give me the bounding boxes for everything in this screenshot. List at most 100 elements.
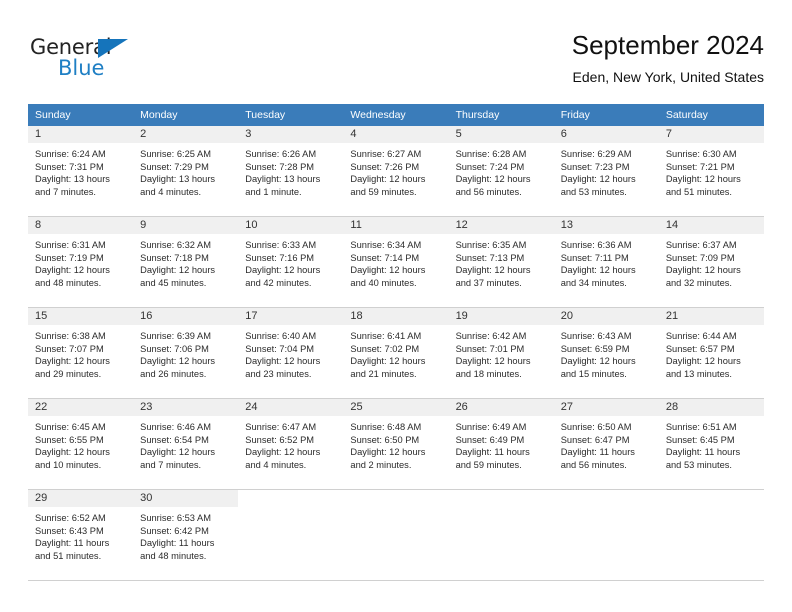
- daylight-text-line1: Daylight: 13 hours: [245, 174, 321, 185]
- day-details: Sunrise: 6:47 AM Sunset: 6:52 PM Dayligh…: [238, 416, 343, 471]
- day-cell[interactable]: 27 Sunrise: 6:50 AM Sunset: 6:47 PM Dayl…: [553, 398, 659, 490]
- day-number: 8: [28, 217, 134, 234]
- sunset-text: Sunset: 6:59 PM: [560, 343, 630, 354]
- sunset-text: Sunset: 6:47 PM: [560, 434, 630, 445]
- day-cell[interactable]: 2 Sunrise: 6:25 AM Sunset: 7:29 PM Dayli…: [133, 126, 239, 217]
- daylight-text-line1: Daylight: 12 hours: [140, 447, 216, 458]
- sunset-text: Sunset: 6:43 PM: [35, 525, 104, 536]
- day-cell[interactable]: 4 Sunrise: 6:27 AM Sunset: 7:26 PM Dayli…: [343, 126, 449, 217]
- day-number: [343, 490, 449, 507]
- sunrise-text: Sunrise: 6:45 AM: [35, 422, 106, 432]
- day-details: Sunrise: 6:32 AM Sunset: 7:18 PM Dayligh…: [133, 234, 238, 289]
- day-cell[interactable]: 30 Sunrise: 6:53 AM Sunset: 6:42 PM Dayl…: [133, 489, 239, 581]
- sunrise-text: Sunrise: 6:43 AM: [560, 331, 632, 341]
- day-cell[interactable]: 24 Sunrise: 6:47 AM Sunset: 6:52 PM Dayl…: [238, 398, 344, 490]
- day-number: 23: [133, 399, 239, 416]
- day-details: Sunrise: 6:46 AM Sunset: 6:54 PM Dayligh…: [133, 416, 238, 471]
- daylight-text-line1: Daylight: 12 hours: [560, 265, 636, 276]
- day-number: 5: [448, 126, 554, 143]
- day-number: 1: [28, 126, 134, 143]
- day-details: Sunrise: 6:40 AM Sunset: 7:04 PM Dayligh…: [238, 325, 343, 380]
- day-cell[interactable]: 18 Sunrise: 6:41 AM Sunset: 7:02 PM Dayl…: [343, 307, 449, 399]
- day-of-week-header-row: Sunday Monday Tuesday Wednesday Thursday…: [28, 104, 764, 126]
- sunrise-text: Sunrise: 6:44 AM: [665, 331, 737, 341]
- day-cell[interactable]: 6 Sunrise: 6:29 AM Sunset: 7:23 PM Dayli…: [553, 126, 659, 217]
- day-cell[interactable]: 19 Sunrise: 6:42 AM Sunset: 7:01 PM Dayl…: [448, 307, 554, 399]
- day-cell-empty: [448, 489, 554, 581]
- day-cell[interactable]: 25 Sunrise: 6:48 AM Sunset: 6:50 PM Dayl…: [343, 398, 449, 490]
- sunrise-text: Sunrise: 6:24 AM: [35, 149, 106, 159]
- sunset-text: Sunset: 7:16 PM: [245, 252, 315, 263]
- day-details: Sunrise: 6:43 AM Sunset: 6:59 PM Dayligh…: [554, 325, 659, 380]
- daylight-text-line1: Daylight: 12 hours: [665, 356, 741, 367]
- day-cell[interactable]: 21 Sunrise: 6:44 AM Sunset: 6:57 PM Dayl…: [658, 307, 764, 399]
- day-cell[interactable]: 10 Sunrise: 6:33 AM Sunset: 7:16 PM Dayl…: [238, 216, 344, 308]
- day-cell[interactable]: 8 Sunrise: 6:31 AM Sunset: 7:19 PM Dayli…: [28, 216, 134, 308]
- page-header: General Blue September 2024 Eden, New Yo…: [28, 28, 764, 96]
- day-header-wednesday: Wednesday: [343, 104, 449, 126]
- day-cell[interactable]: 11 Sunrise: 6:34 AM Sunset: 7:14 PM Dayl…: [343, 216, 449, 308]
- sunrise-text: Sunrise: 6:35 AM: [455, 240, 527, 250]
- daylight-text-line1: Daylight: 12 hours: [560, 356, 636, 367]
- sunrise-text: Sunrise: 6:27 AM: [350, 149, 422, 159]
- day-number: 21: [658, 308, 764, 325]
- day-cell[interactable]: 14 Sunrise: 6:37 AM Sunset: 7:09 PM Dayl…: [658, 216, 764, 308]
- day-cell[interactable]: 7 Sunrise: 6:30 AM Sunset: 7:21 PM Dayli…: [658, 126, 764, 217]
- daylight-text-line2: and 2 minutes.: [350, 459, 412, 470]
- sunset-text: Sunset: 7:09 PM: [665, 252, 735, 263]
- daylight-text-line1: Daylight: 12 hours: [350, 174, 426, 185]
- day-number: [658, 490, 764, 507]
- day-number: [553, 490, 659, 507]
- day-cell[interactable]: 29 Sunrise: 6:52 AM Sunset: 6:43 PM Dayl…: [28, 489, 134, 581]
- day-details: Sunrise: 6:42 AM Sunset: 7:01 PM Dayligh…: [449, 325, 554, 380]
- day-cell[interactable]: 1 Sunrise: 6:24 AM Sunset: 7:31 PM Dayli…: [28, 126, 134, 217]
- day-cell[interactable]: 15 Sunrise: 6:38 AM Sunset: 7:07 PM Dayl…: [28, 307, 134, 399]
- sunset-text: Sunset: 7:31 PM: [35, 161, 104, 172]
- day-header-saturday: Saturday: [658, 104, 764, 126]
- daylight-text-line2: and 34 minutes.: [560, 277, 627, 288]
- sunrise-text: Sunrise: 6:50 AM: [560, 422, 632, 432]
- daylight-text-line1: Daylight: 13 hours: [35, 174, 110, 185]
- daylight-text-line1: Daylight: 11 hours: [455, 447, 530, 458]
- sunrise-text: Sunrise: 6:48 AM: [350, 422, 422, 432]
- daylight-text-line1: Daylight: 12 hours: [560, 174, 636, 185]
- day-cell[interactable]: 9 Sunrise: 6:32 AM Sunset: 7:18 PM Dayli…: [133, 216, 239, 308]
- day-number: 7: [658, 126, 764, 143]
- calendar-body: 1 Sunrise: 6:24 AM Sunset: 7:31 PM Dayli…: [28, 126, 764, 581]
- day-details: Sunrise: 6:41 AM Sunset: 7:02 PM Dayligh…: [343, 325, 448, 380]
- day-number: 27: [553, 399, 659, 416]
- sunrise-text: Sunrise: 6:32 AM: [140, 240, 211, 250]
- day-cell[interactable]: 3 Sunrise: 6:26 AM Sunset: 7:28 PM Dayli…: [238, 126, 344, 217]
- daylight-text-line1: Daylight: 12 hours: [350, 356, 426, 367]
- title-block: September 2024 Eden, New York, United St…: [572, 28, 764, 88]
- day-cell-empty: [343, 489, 449, 581]
- day-cell[interactable]: 12 Sunrise: 6:35 AM Sunset: 7:13 PM Dayl…: [448, 216, 554, 308]
- day-cell[interactable]: 23 Sunrise: 6:46 AM Sunset: 6:54 PM Dayl…: [133, 398, 239, 490]
- sunset-text: Sunset: 7:29 PM: [140, 161, 209, 172]
- day-cell[interactable]: 16 Sunrise: 6:39 AM Sunset: 7:06 PM Dayl…: [133, 307, 239, 399]
- day-header-tuesday: Tuesday: [238, 104, 344, 126]
- sunset-text: Sunset: 6:52 PM: [245, 434, 315, 445]
- daylight-text-line1: Daylight: 12 hours: [35, 265, 110, 276]
- daylight-text-line1: Daylight: 12 hours: [350, 447, 426, 458]
- sunrise-text: Sunrise: 6:37 AM: [665, 240, 737, 250]
- day-cell[interactable]: 20 Sunrise: 6:43 AM Sunset: 6:59 PM Dayl…: [553, 307, 659, 399]
- day-number: 20: [553, 308, 659, 325]
- day-cell[interactable]: 28 Sunrise: 6:51 AM Sunset: 6:45 PM Dayl…: [658, 398, 764, 490]
- daylight-text-line2: and 53 minutes.: [560, 186, 627, 197]
- sunset-text: Sunset: 6:50 PM: [350, 434, 420, 445]
- calendar-page: General Blue September 2024 Eden, New Yo…: [0, 0, 792, 612]
- day-details: Sunrise: 6:51 AM Sunset: 6:45 PM Dayligh…: [659, 416, 764, 471]
- day-cell[interactable]: 26 Sunrise: 6:49 AM Sunset: 6:49 PM Dayl…: [448, 398, 554, 490]
- daylight-text-line2: and 53 minutes.: [665, 459, 732, 470]
- day-cell[interactable]: 5 Sunrise: 6:28 AM Sunset: 7:24 PM Dayli…: [448, 126, 554, 217]
- sunset-text: Sunset: 7:14 PM: [350, 252, 420, 263]
- sunrise-text: Sunrise: 6:34 AM: [350, 240, 422, 250]
- day-cell[interactable]: 17 Sunrise: 6:40 AM Sunset: 7:04 PM Dayl…: [238, 307, 344, 399]
- day-cell[interactable]: 22 Sunrise: 6:45 AM Sunset: 6:55 PM Dayl…: [28, 398, 134, 490]
- sunrise-text: Sunrise: 6:25 AM: [140, 149, 211, 159]
- general-blue-logo[interactable]: General Blue: [30, 36, 160, 86]
- day-cell[interactable]: 13 Sunrise: 6:36 AM Sunset: 7:11 PM Dayl…: [553, 216, 659, 308]
- calendar-week-row: 8 Sunrise: 6:31 AM Sunset: 7:19 PM Dayli…: [28, 216, 764, 308]
- calendar-week-row: 22 Sunrise: 6:45 AM Sunset: 6:55 PM Dayl…: [28, 398, 764, 490]
